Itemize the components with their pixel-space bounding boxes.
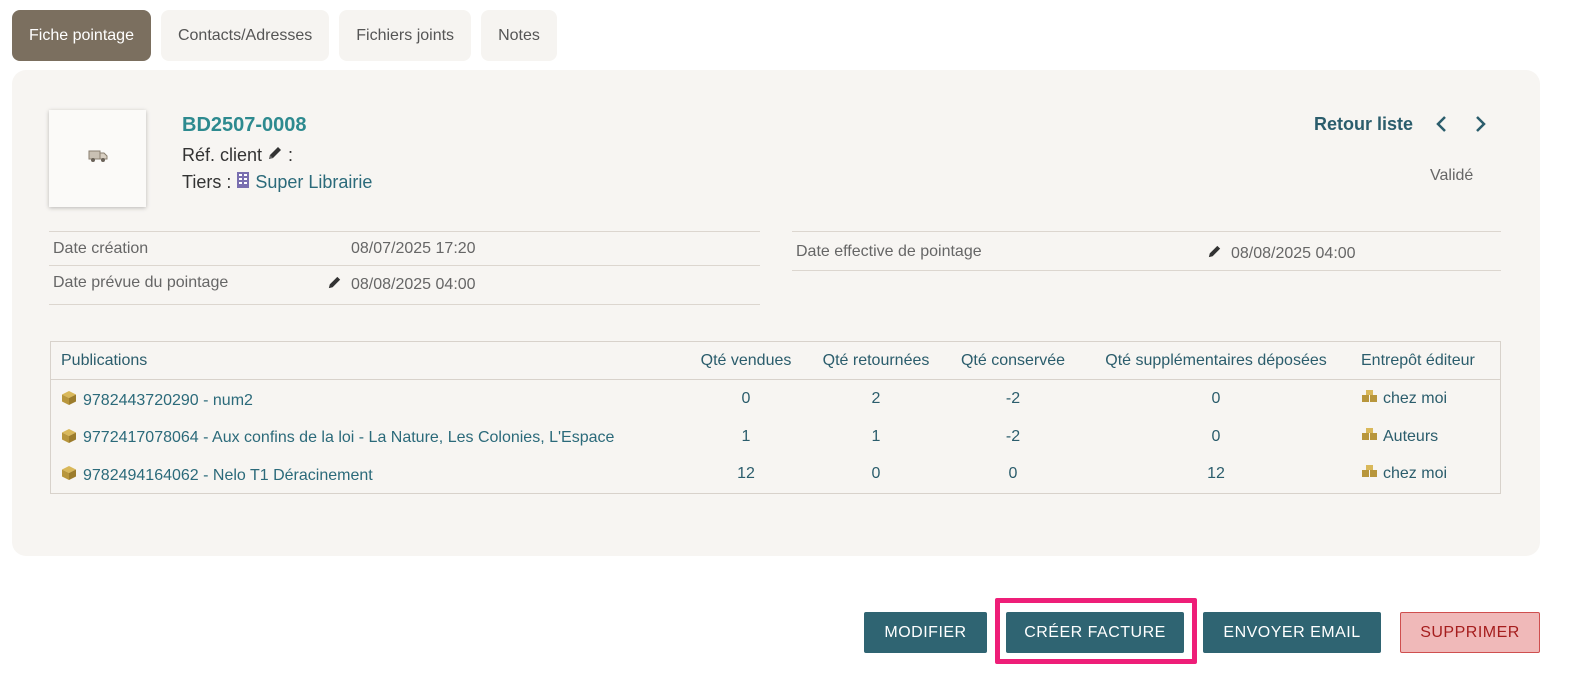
date-prevue-cell: 08/08/2025 04:00 bbox=[326, 274, 476, 296]
qte-retournees: 1 bbox=[871, 427, 881, 445]
table-row: 9782494164062 - Nelo T1 Déracinement 12 … bbox=[51, 455, 1500, 493]
col-qte-vendues[interactable]: Qté vendues bbox=[701, 352, 792, 370]
date-effective-value: 08/08/2025 04:00 bbox=[1231, 245, 1356, 262]
boxes-icon bbox=[1361, 465, 1378, 483]
publication-cell: 9782443720290 - num2 bbox=[61, 390, 253, 411]
qte-conservee: -2 bbox=[1005, 390, 1021, 407]
pencil-icon[interactable] bbox=[1206, 243, 1223, 265]
date-creation-label: Date création bbox=[53, 240, 149, 257]
ref-client-label: Réf. client bbox=[182, 145, 263, 165]
entrepot-cell: chez moi bbox=[1361, 465, 1447, 483]
tab-notes[interactable]: Notes bbox=[481, 10, 557, 61]
table-header: Publications Qté vendues Qté retournées … bbox=[51, 342, 1500, 380]
col-qte-supplementaires[interactable]: Qté supplémentaires déposées bbox=[1105, 352, 1326, 370]
tiers-line: Tiers : Super Librairie bbox=[182, 171, 372, 194]
entrepot-link[interactable]: chez moi bbox=[1383, 390, 1447, 408]
date-effective-label: Date effective de pointage bbox=[796, 243, 982, 260]
date-effective-row: Date effective de pointage 08/08/2025 04… bbox=[792, 231, 1501, 271]
date-creation-value: 08/07/2025 17:20 bbox=[351, 240, 476, 257]
record-ref: BD2507-0008 bbox=[182, 114, 307, 136]
record-thumbnail bbox=[49, 110, 146, 207]
back-to-list-link[interactable]: Retour liste bbox=[1314, 114, 1413, 135]
table-row: 9782443720290 - num2 0 2 -2 0 chez moi bbox=[51, 380, 1500, 418]
table-row: 9772417078064 - Aux confins de la loi - … bbox=[51, 418, 1500, 456]
publication-cell: 9782494164062 - Nelo T1 Déracinement bbox=[61, 465, 373, 486]
tab-contacts-adresses[interactable]: Contacts/Adresses bbox=[160, 10, 330, 61]
qte-supplementaires: 0 bbox=[1211, 390, 1221, 407]
qte-retournees: 2 bbox=[871, 390, 881, 407]
date-prevue-value: 08/08/2025 04:00 bbox=[351, 276, 476, 293]
publication-link[interactable]: 9782494164062 - Nelo T1 Déracinement bbox=[83, 467, 373, 485]
col-publications[interactable]: Publications bbox=[61, 352, 147, 370]
box-icon bbox=[61, 390, 77, 411]
date-effective-cell: 08/08/2025 04:00 bbox=[1206, 243, 1356, 265]
tab-bar: Fiche pointage Contacts/Adresses Fichier… bbox=[12, 10, 557, 61]
qte-vendues: 12 bbox=[737, 465, 755, 482]
qte-retournees: 0 bbox=[871, 465, 881, 482]
ref-client-line: Réf. client : bbox=[182, 144, 293, 167]
date-prevue-label: Date prévue du pointage bbox=[53, 274, 229, 291]
ref-client-separator: : bbox=[288, 145, 294, 165]
publications-table: Publications Qté vendues Qté retournées … bbox=[50, 341, 1501, 494]
publication-cell: 9772417078064 - Aux confins de la loi - … bbox=[61, 428, 614, 449]
qte-vendues: 1 bbox=[741, 427, 751, 445]
qte-supplementaires: 0 bbox=[1211, 427, 1221, 445]
record-card: BD2507-0008 Réf. client : Tiers : Super … bbox=[12, 70, 1540, 556]
col-qte-retournees[interactable]: Qté retournées bbox=[823, 352, 930, 370]
tab-fichiers-joints[interactable]: Fichiers joints bbox=[339, 10, 472, 61]
entrepot-link[interactable]: chez moi bbox=[1383, 465, 1447, 483]
pencil-icon[interactable] bbox=[326, 274, 343, 296]
tiers-label: Tiers : bbox=[182, 172, 232, 192]
entrepot-cell: Auteurs bbox=[1361, 427, 1438, 446]
publication-link[interactable]: 9782443720290 - num2 bbox=[83, 392, 253, 410]
qte-conservee: -2 bbox=[1005, 427, 1021, 445]
chevron-left-icon[interactable] bbox=[1431, 112, 1451, 136]
dates-left-block: Date création 08/07/2025 17:20 Date prév… bbox=[49, 231, 760, 305]
qte-vendues: 0 bbox=[741, 390, 751, 407]
col-entrepot-editeur[interactable]: Entrepôt éditeur bbox=[1361, 352, 1475, 370]
envoyer-email-button[interactable]: ENVOYER EMAIL bbox=[1203, 612, 1381, 653]
chevron-right-icon[interactable] bbox=[1471, 112, 1491, 136]
creer-facture-button[interactable]: CRÉER FACTURE bbox=[1006, 612, 1184, 653]
qte-supplementaires: 12 bbox=[1207, 465, 1225, 482]
building-icon bbox=[236, 171, 250, 194]
qte-conservee: 0 bbox=[1008, 465, 1018, 482]
dates-right-block: Date effective de pointage 08/08/2025 04… bbox=[792, 231, 1501, 271]
date-creation-row: Date création 08/07/2025 17:20 bbox=[49, 231, 760, 265]
boxes-icon bbox=[1361, 427, 1378, 446]
supprimer-button[interactable]: SUPPRIMER bbox=[1400, 612, 1540, 653]
tab-fiche-pointage[interactable]: Fiche pointage bbox=[12, 10, 151, 61]
col-qte-conservee[interactable]: Qté conservée bbox=[961, 352, 1065, 370]
box-icon bbox=[61, 465, 77, 486]
pencil-icon[interactable] bbox=[266, 144, 284, 167]
date-prevue-row: Date prévue du pointage 08/08/2025 04:00 bbox=[49, 265, 760, 305]
publication-link[interactable]: 9772417078064 - Aux confins de la loi - … bbox=[83, 429, 614, 447]
entrepot-cell: chez moi bbox=[1361, 390, 1447, 408]
status-badge: Validé bbox=[1430, 167, 1474, 184]
entrepot-link[interactable]: Auteurs bbox=[1383, 428, 1438, 446]
modifier-button[interactable]: MODIFIER bbox=[864, 612, 987, 653]
truck-icon bbox=[88, 149, 108, 168]
tiers-link[interactable]: Super Librairie bbox=[255, 172, 372, 193]
box-icon bbox=[61, 428, 77, 449]
boxes-icon bbox=[1361, 390, 1378, 408]
